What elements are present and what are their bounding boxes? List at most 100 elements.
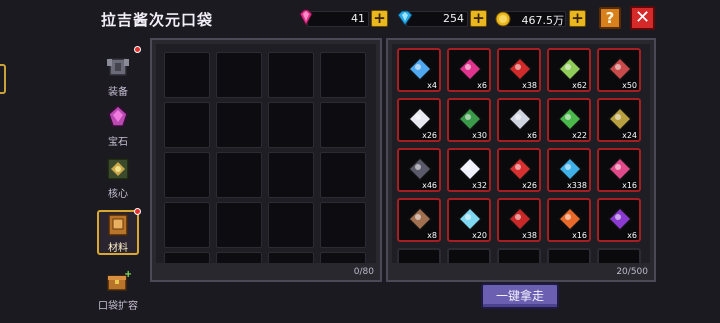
item-quantity: x338	[566, 181, 587, 190]
empty-slot[interactable]	[397, 248, 441, 263]
inventory-item[interactable]: x22	[547, 98, 591, 142]
currency-gold-coin: 467.5万 +	[494, 9, 588, 29]
inventory-item[interactable]: x38	[497, 48, 541, 92]
help-button[interactable]: ?	[599, 7, 621, 29]
empty-slot[interactable]	[216, 52, 262, 98]
empty-slot[interactable]	[268, 52, 314, 98]
empty-slot[interactable]	[216, 252, 262, 263]
take-all-button[interactable]: 一键拿走	[481, 283, 559, 309]
bone-shard-icon	[407, 106, 433, 132]
inventory-item[interactable]: x30	[447, 98, 491, 142]
empty-slot[interactable]	[216, 202, 262, 248]
rune-stone-icon	[607, 56, 633, 82]
item-quantity: x22	[572, 131, 587, 140]
empty-slot[interactable]	[320, 102, 366, 148]
empty-slot[interactable]	[497, 248, 541, 263]
empty-slot[interactable]	[164, 102, 210, 148]
empty-slot[interactable]	[216, 102, 262, 148]
inventory-item[interactable]: x50	[597, 48, 641, 92]
empty-slot[interactable]	[268, 152, 314, 198]
vine-icon	[557, 106, 583, 132]
inventory-item[interactable]: x26	[397, 98, 441, 142]
inventory-item[interactable]: x4	[397, 48, 441, 92]
inventory-item[interactable]: x6	[497, 98, 541, 142]
green-dagger-icon	[457, 106, 483, 132]
inventory-item[interactable]: x8	[397, 198, 441, 242]
tab-pocket-expand-label: 口袋扩容	[98, 301, 138, 312]
close-button[interactable]: ✕	[630, 6, 655, 30]
item-quantity: x50	[622, 81, 637, 90]
pink-wand-icon	[607, 156, 633, 182]
tab-core[interactable]: 核心	[96, 154, 140, 200]
add-gold-coin-button[interactable]: +	[569, 10, 586, 27]
empty-slot[interactable]	[268, 202, 314, 248]
tab-pocket-expand[interactable]: + 口袋扩容	[94, 266, 142, 312]
empty-slot[interactable]	[268, 252, 314, 263]
edge-marker	[0, 64, 6, 94]
item-quantity: x46	[422, 181, 437, 190]
inventory-item[interactable]: x6	[447, 48, 491, 92]
tab-materials[interactable]: 材料	[96, 208, 141, 256]
fire-feather-icon	[557, 206, 583, 232]
empty-slot[interactable]	[597, 248, 641, 263]
inventory-item[interactable]: x38	[497, 198, 541, 242]
pink-gem-count: 41	[351, 12, 365, 25]
pearl-icon	[457, 156, 483, 182]
empty-slot[interactable]	[447, 248, 491, 263]
inventory-item[interactable]: x20	[447, 198, 491, 242]
item-quantity: x20	[472, 231, 487, 240]
currency-pink-gem: 41 +	[297, 9, 390, 29]
inventory-item[interactable]: x16	[597, 148, 641, 192]
empty-slot[interactable]	[320, 202, 366, 248]
pocket-capacity: 0/80	[353, 267, 374, 277]
empty-slot[interactable]	[164, 52, 210, 98]
blue-diamond-icon	[397, 10, 413, 26]
pocket-grid[interactable]	[156, 44, 376, 263]
rusty-sword-icon	[407, 206, 433, 232]
add-blue-diamond-button[interactable]: +	[470, 10, 487, 27]
dark-helm-icon	[407, 156, 433, 182]
inventory-item[interactable]: x62	[547, 48, 591, 92]
inventory-item[interactable]: x338	[547, 148, 591, 192]
armor-icon	[107, 58, 129, 76]
inventory-grid[interactable]: x4 x6 x38 x62 x50 x26 x30 x6 x22 x24 x46 x32 x26 x338…	[392, 44, 650, 263]
red-key-icon	[507, 156, 533, 182]
tab-gems-label: 宝石	[108, 137, 128, 148]
empty-slot[interactable]	[320, 252, 366, 263]
ice-shard-icon	[457, 206, 483, 232]
empty-slot[interactable]	[164, 252, 210, 263]
item-quantity: x4	[427, 81, 437, 90]
inventory-item[interactable]: x26	[497, 148, 541, 192]
empty-slot[interactable]	[164, 202, 210, 248]
item-quantity: x24	[622, 131, 637, 140]
add-pink-gem-button[interactable]: +	[371, 10, 388, 27]
tab-gems[interactable]: 宝石	[96, 102, 140, 148]
tab-materials-label: 材料	[108, 243, 128, 254]
item-quantity: x32	[472, 181, 487, 190]
herb-bundle-icon	[607, 106, 633, 132]
empty-slot[interactable]	[164, 152, 210, 198]
gold-coin-count: 467.5万	[521, 14, 565, 27]
item-quantity: x8	[427, 231, 437, 240]
inventory-item[interactable]: x6	[597, 198, 641, 242]
item-quantity: x30	[472, 131, 487, 140]
gem-core-icon	[557, 56, 583, 82]
inventory-item[interactable]: x16	[547, 198, 591, 242]
inventory-item[interactable]: x46	[397, 148, 441, 192]
crystal-blade-icon	[407, 56, 433, 82]
empty-slot[interactable]	[547, 248, 591, 263]
red-hood-icon	[507, 206, 533, 232]
empty-slot[interactable]	[320, 52, 366, 98]
blue-orb-icon	[557, 156, 583, 182]
empty-slot[interactable]	[320, 152, 366, 198]
inventory-item[interactable]: x32	[447, 148, 491, 192]
empty-slot[interactable]	[268, 102, 314, 148]
steel-blade-icon	[507, 106, 533, 132]
inventory-item[interactable]: x24	[597, 98, 641, 142]
page-title: 拉吉酱次元口袋	[101, 11, 214, 29]
empty-slot[interactable]	[216, 152, 262, 198]
inventory-capacity: 20/500	[616, 267, 648, 277]
currency-blue-diamond: 254 +	[396, 9, 488, 29]
chest-expand-icon: +	[107, 269, 131, 291]
tab-equipment[interactable]: 装备	[96, 46, 141, 98]
